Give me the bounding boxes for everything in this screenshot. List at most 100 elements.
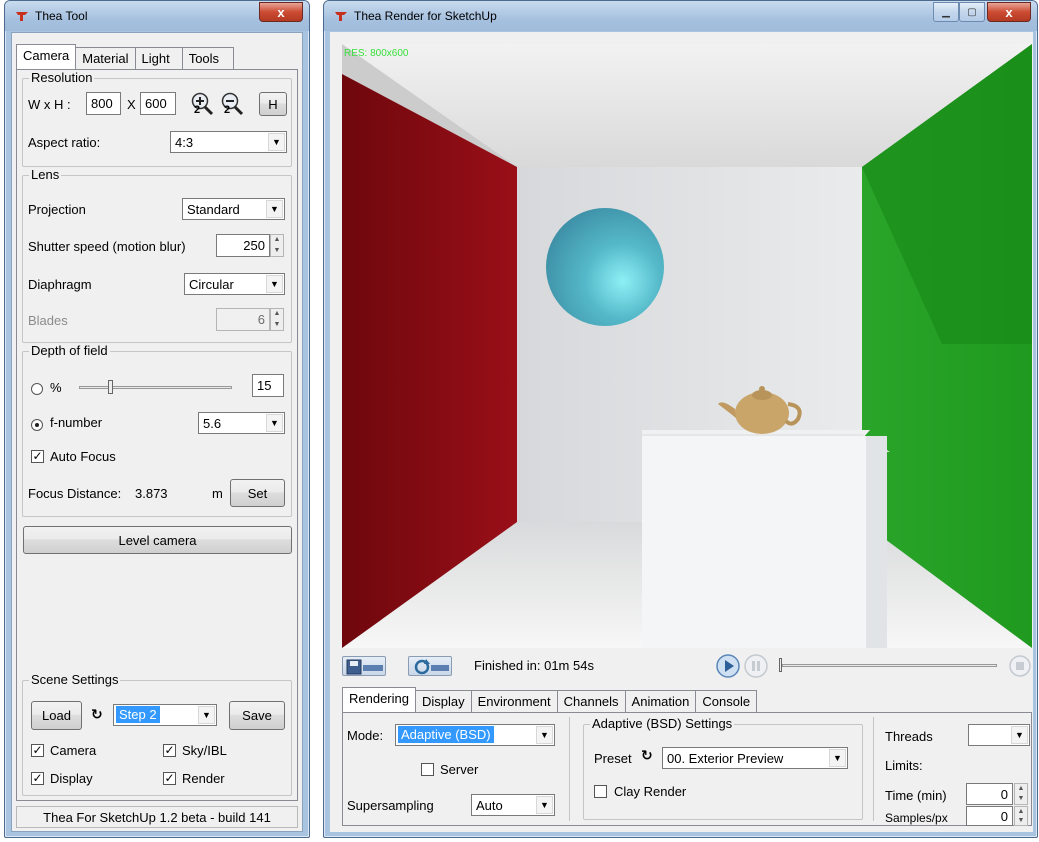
focus-distance-value: 3.873 [135, 486, 168, 501]
scene-display-label: Display [50, 771, 93, 786]
tab-console[interactable]: Console [695, 690, 758, 712]
diaphragm-value: Circular [189, 277, 234, 292]
stop-button[interactable] [1009, 655, 1031, 677]
fnumber-radio[interactable] [31, 419, 43, 431]
aspect-ratio-select[interactable]: 4:3 ▼ [170, 131, 287, 153]
shutter-speed-label: Shutter speed (motion blur) [28, 239, 186, 254]
blades-spinner: ▲ ▼ [270, 308, 284, 331]
dof-percent-slider[interactable] [79, 386, 232, 389]
diaphragm-label: Diaphragm [28, 277, 92, 292]
scene-render-checkbox[interactable]: ✓ [163, 772, 176, 785]
render-viewport[interactable]: RES: 800x600 [342, 44, 1032, 648]
fnumber-select[interactable]: 5.6 ▼ [198, 412, 285, 434]
render-titlebar[interactable]: Thea Render for SketchUp ▁ ▢ x [324, 1, 1037, 31]
minimize-icon: ▁ [942, 6, 950, 18]
samples-limit-input[interactable]: 0 [966, 806, 1013, 826]
chevron-down-icon: ▼ [536, 726, 553, 744]
tool-window-title: Thea Tool [35, 9, 88, 23]
scene-save-button[interactable]: Save [229, 701, 285, 730]
render-status-text: Finished in: 01m 54s [474, 658, 594, 673]
pause-button[interactable] [744, 654, 768, 678]
clay-render-checkbox[interactable] [594, 785, 607, 798]
scene-settings-group: Scene Settings Load ↻ Step 2 ▼ Save ✓ Ca… [22, 672, 292, 796]
vertical-separator-2 [873, 717, 874, 821]
time-limit-spinner[interactable]: ▲ ▼ [1014, 783, 1028, 805]
spin-down-icon: ▼ [1017, 795, 1025, 802]
save-disk-icon [346, 659, 383, 675]
tab-display[interactable]: Display [415, 690, 472, 712]
time-limit-input[interactable]: 0 [966, 783, 1013, 805]
server-label: Server [440, 762, 479, 777]
camera-tab-pane: Resolution W x H : 800 X 600 2 2 H Aspec… [16, 69, 298, 801]
server-checkbox[interactable] [421, 763, 434, 776]
chevron-down-icon: ▼ [266, 414, 283, 432]
progress-slider-thumb[interactable] [779, 658, 782, 672]
progress-slider[interactable] [782, 664, 997, 667]
tab-material[interactable]: Material [75, 47, 136, 69]
resolution-group-label: Resolution [29, 70, 95, 85]
render-tabstrip: Rendering Display Environment Channels A… [342, 687, 758, 712]
zoom-out-icon [221, 92, 244, 116]
scene-skyibl-label: Sky/IBL [182, 743, 227, 758]
refresh-icon[interactable]: ↻ [641, 747, 653, 764]
minimize-button[interactable]: ▁ [933, 2, 959, 22]
height-input[interactable]: 600 [140, 92, 176, 115]
depth-of-field-group: Depth of field % 15 f-number 5.6 ▼ ✓ Aut… [22, 343, 292, 517]
scene-camera-checkbox[interactable]: ✓ [31, 744, 44, 757]
tab-animation[interactable]: Animation [624, 690, 697, 712]
projection-select[interactable]: Standard ▼ [182, 198, 285, 220]
diaphragm-select[interactable]: Circular ▼ [184, 273, 285, 295]
save-image-button[interactable] [342, 656, 386, 676]
chevron-down-icon: ▼ [266, 200, 283, 218]
focus-set-button[interactable]: Set [230, 479, 285, 507]
tool-close-button[interactable]: x [259, 2, 303, 22]
refresh-render-icon [414, 659, 449, 675]
refresh-render-button[interactable] [408, 656, 452, 676]
tab-rendering[interactable]: Rendering [342, 687, 416, 712]
tab-environment[interactable]: Environment [470, 690, 558, 712]
render-close-button[interactable]: x [987, 2, 1031, 22]
refresh-icon[interactable]: ↻ [91, 706, 103, 723]
spin-down-icon: ▼ [1017, 817, 1025, 824]
zoom-in-button[interactable]: 2 [189, 91, 215, 117]
scene-load-button[interactable]: Load [31, 701, 82, 730]
level-camera-button[interactable]: Level camera [23, 526, 292, 554]
thea-app-icon [16, 12, 28, 21]
tab-camera[interactable]: Camera [16, 44, 77, 69]
scene-display-checkbox[interactable]: ✓ [31, 772, 44, 785]
maximize-button[interactable]: ▢ [959, 2, 985, 22]
maximize-icon: ▢ [967, 6, 977, 18]
scene-settings-label: Scene Settings [29, 672, 121, 687]
zoom-out-factor: 2 [224, 104, 231, 116]
samples-limit-spinner[interactable]: ▲ ▼ [1014, 806, 1028, 826]
mode-select[interactable]: Adaptive (BSD) ▼ [395, 724, 555, 746]
dof-percent-radio[interactable] [31, 383, 43, 395]
x-separator: X [127, 97, 136, 112]
tab-channels[interactable]: Channels [556, 690, 626, 712]
preset-select[interactable]: 00. Exterior Preview ▼ [662, 747, 848, 769]
dof-group-label: Depth of field [29, 343, 110, 358]
shutter-speed-spinner[interactable]: ▲ ▼ [270, 234, 284, 257]
tool-titlebar[interactable]: Thea Tool x [5, 1, 309, 31]
samples-label: Samples/px [885, 811, 948, 825]
threads-label: Threads [885, 729, 933, 744]
aspect-ratio-value: 4:3 [175, 135, 194, 150]
dof-slider-thumb[interactable] [107, 380, 113, 394]
threads-select[interactable]: ▼ [968, 724, 1030, 746]
supersampling-select[interactable]: Auto ▼ [471, 794, 555, 816]
dof-percent-input[interactable]: 15 [252, 374, 284, 397]
zoom-out-button[interactable]: 2 [219, 91, 245, 117]
tab-tools[interactable]: Tools [181, 47, 235, 69]
autofocus-checkbox[interactable]: ✓ [31, 450, 44, 463]
scene-skyibl-checkbox[interactable]: ✓ [163, 744, 176, 757]
render-client-area: RES: 800x600 Finished in: 01m 54s Render… [330, 32, 1033, 832]
shutter-speed-input[interactable]: 250 [216, 234, 270, 257]
play-button[interactable] [716, 654, 740, 678]
scene-step-select[interactable]: Step 2 ▼ [113, 704, 217, 726]
width-input[interactable]: 800 [86, 92, 121, 115]
tab-light[interactable]: Light [134, 47, 183, 69]
fnumber-value: 5.6 [203, 416, 222, 431]
zoom-in-icon [191, 92, 214, 116]
spin-down-icon: ▼ [273, 320, 281, 328]
h-button[interactable]: H [259, 92, 287, 116]
